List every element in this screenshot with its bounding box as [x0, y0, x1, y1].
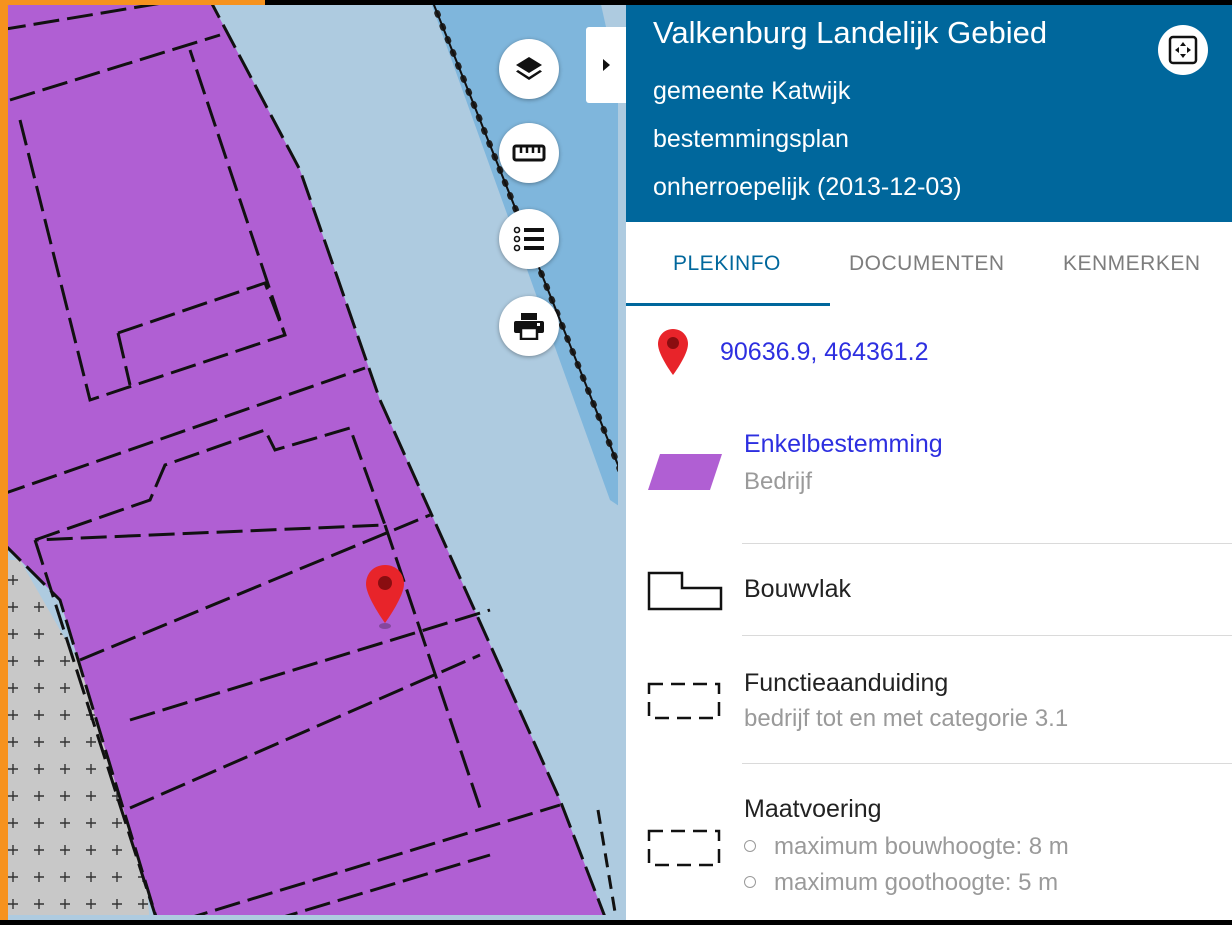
max-bouwhoogte-value: maximum bouwhoogte: 8 m [774, 833, 1069, 860]
frame-border-bottom [0, 920, 1232, 925]
bouwvlak-symbol-icon [647, 571, 723, 611]
divider [742, 763, 1232, 764]
maatvoering-bullet: maximum goothoogte: 5 m [744, 869, 1058, 897]
panel-tabs: PLEKINFO DOCUMENTEN KENMERKEN [626, 222, 1232, 306]
municipality-label: gemeente Katwijk [653, 77, 851, 105]
layers-icon [516, 57, 542, 80]
location-marker-icon [366, 565, 404, 629]
coordinates-link[interactable]: 90636.9, 464361.2 [720, 338, 929, 367]
layers-button[interactable] [499, 39, 559, 99]
plan-type-label: bestemmingsplan [653, 125, 849, 153]
legend-button[interactable] [499, 209, 559, 269]
active-tab-indicator [626, 303, 830, 306]
bullet-icon [744, 839, 756, 852]
collapse-panel-button[interactable] [586, 27, 626, 103]
enkelbestemming-value: Bedrijf [744, 468, 813, 495]
functieaanduiding-label: Functieaanduiding [744, 669, 949, 697]
plan-status-label: onherroepelijk (2013-12-03) [653, 173, 962, 201]
divider [742, 543, 1232, 544]
caret-right-icon [603, 59, 610, 71]
bullet-icon [744, 875, 756, 888]
list-icon [513, 226, 544, 252]
plan-title: Valkenburg Landelijk Gebied [653, 15, 1048, 50]
enkelbestemming-link[interactable]: Enkelbestemming [744, 430, 943, 459]
tab-documenten[interactable]: DOCUMENTEN [849, 252, 1005, 276]
tab-plekinfo[interactable]: PLEKINFO [673, 252, 781, 276]
info-panel: Valkenburg Landelijk Gebied gemeente Kat… [626, 5, 1232, 920]
max-goothoogte-value: maximum goothoogte: 5 m [774, 869, 1059, 896]
location-pin-icon [658, 329, 688, 375]
zoom-extent-icon [1168, 35, 1198, 65]
bouwvlak-label: Bouwvlak [744, 575, 851, 603]
maatvoering-label: Maatvoering [744, 795, 882, 823]
app-frame: Valkenburg Landelijk Gebied gemeente Kat… [0, 0, 1232, 925]
tab-kenmerken[interactable]: KENMERKEN [1063, 252, 1201, 276]
maatvoering-symbol-icon [647, 829, 721, 867]
functieaanduiding-symbol-icon [647, 682, 721, 720]
panel-header: Valkenburg Landelijk Gebied gemeente Kat… [626, 5, 1232, 222]
divider [742, 635, 1232, 636]
measure-button[interactable] [499, 123, 559, 183]
zoom-to-extent-button[interactable] [1158, 25, 1208, 75]
ruler-icon [512, 144, 546, 162]
maatvoering-bullet: maximum bouwhoogte: 8 m [744, 833, 1069, 861]
print-icon [514, 313, 544, 340]
enkelbestemming-symbol-icon [648, 454, 722, 490]
frame-border-left [0, 0, 8, 925]
functieaanduiding-value: bedrijf tot en met categorie 3.1 [744, 705, 1069, 732]
print-button[interactable] [499, 296, 559, 356]
